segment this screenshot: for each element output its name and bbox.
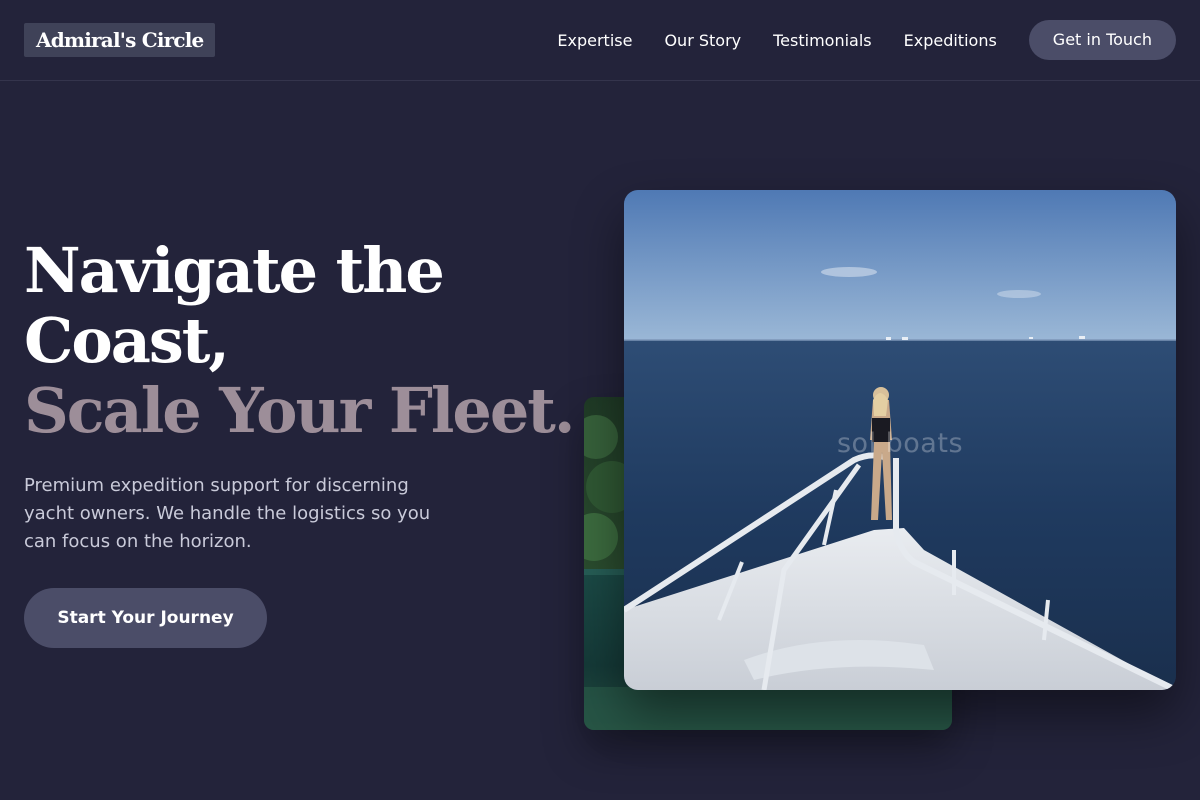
site-header: Admiral's Circle Expertise Our Story Tes… — [0, 0, 1200, 81]
main-nav: Expertise Our Story Testimonials Expedit… — [557, 20, 1176, 60]
start-journey-button[interactable]: Start Your Journey — [24, 588, 267, 648]
get-in-touch-button[interactable]: Get in Touch — [1028, 20, 1176, 60]
hero-title: Navigate the Coast, Scale Your Fleet. — [24, 236, 604, 446]
hero-title-accent: Scale Your Fleet. — [24, 374, 576, 447]
logo[interactable]: Admiral's Circle — [24, 23, 216, 57]
hero-title-line-2: Coast, — [24, 304, 230, 377]
hero-title-line-1: Navigate the — [24, 234, 445, 307]
yacht-bow-photo: sol boats — [624, 190, 1176, 690]
nav-link-testimonials[interactable]: Testimonials — [773, 31, 872, 50]
nav-link-our-story[interactable]: Our Story — [664, 31, 741, 50]
hero-subtitle: Premium expedition support for discernin… — [24, 475, 431, 552]
nav-link-expertise[interactable]: Expertise — [557, 31, 632, 50]
photo-watermark: sol boats — [836, 428, 964, 459]
nav-link-expeditions[interactable]: Expeditions — [904, 31, 997, 50]
